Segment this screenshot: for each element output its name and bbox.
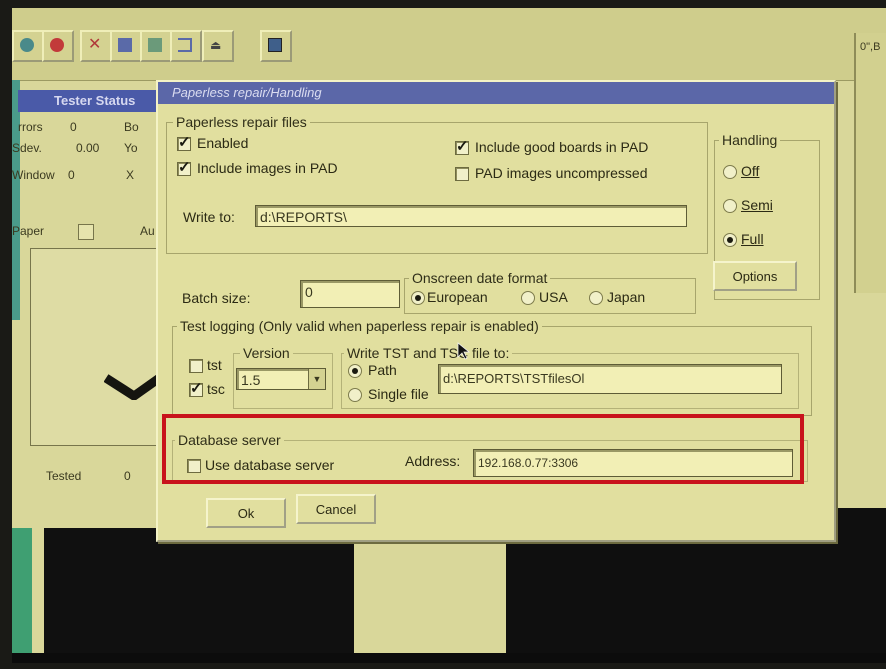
enabled-label: Enabled bbox=[197, 135, 249, 151]
include-images-checkbox[interactable] bbox=[177, 158, 191, 176]
col2-label-a: Bo bbox=[124, 120, 139, 134]
date-usa-label: USA bbox=[539, 289, 568, 305]
date-japan-label: Japan bbox=[607, 289, 646, 305]
mouse-cursor-icon bbox=[457, 342, 471, 360]
toolbar-button-3[interactable]: ✕ bbox=[80, 30, 112, 62]
write-tst-title: Write TST and TSC file to: bbox=[344, 345, 513, 361]
errors-label: rrors bbox=[18, 120, 43, 134]
window-value: 0 bbox=[68, 168, 75, 182]
ok-button[interactable]: Ok bbox=[206, 498, 286, 528]
left-edge bbox=[12, 80, 20, 320]
date-european-label: European bbox=[427, 289, 488, 305]
toolbar-button-4[interactable] bbox=[110, 30, 142, 62]
tested-label: Tested bbox=[46, 469, 82, 483]
toolbar-button-2[interactable] bbox=[42, 30, 74, 62]
window-label: Window bbox=[12, 168, 55, 182]
highlight-box bbox=[162, 414, 804, 484]
write-single-file-label: Single file bbox=[368, 386, 429, 402]
handling-semi-label: Semi bbox=[741, 197, 773, 213]
dialog-title-bar: Paperless repair/Handling bbox=[158, 82, 834, 104]
test-logging-title: Test logging (Only valid when paperless … bbox=[177, 318, 542, 334]
toolbar-button-1[interactable] bbox=[12, 30, 44, 62]
cancel-button[interactable]: Cancel bbox=[296, 494, 376, 524]
tester-status-label: Tester Status bbox=[54, 93, 136, 108]
handling-off-radio[interactable] bbox=[723, 165, 737, 179]
return-icon bbox=[178, 38, 192, 52]
write-tst-group: Write TST and TSC file to: Path Single f… bbox=[341, 345, 799, 409]
write-single-file-radio[interactable] bbox=[348, 388, 362, 402]
handling-off-label: Off bbox=[741, 163, 760, 179]
tst-checkbox[interactable] bbox=[189, 359, 203, 373]
bottom-bezel bbox=[12, 653, 886, 663]
batch-size-label: Batch size: bbox=[182, 290, 251, 306]
tsc-checkbox[interactable] bbox=[189, 379, 203, 397]
tst-path-input[interactable]: d:\REPORTS\TSTfilesOl bbox=[438, 364, 782, 394]
pad-uncompressed-checkbox[interactable] bbox=[455, 167, 469, 181]
tst-label: tst bbox=[207, 357, 222, 373]
dropdown-arrow-icon[interactable]: ▼ bbox=[308, 369, 325, 389]
sdev-label: Sdev. bbox=[12, 141, 42, 155]
date-format-group: Onscreen date format European USA Japan bbox=[404, 270, 696, 314]
write-to-label: Write to: bbox=[183, 209, 235, 225]
green-panel bbox=[12, 528, 32, 663]
enabled-checkbox[interactable] bbox=[177, 133, 191, 151]
toolbar-button-8[interactable] bbox=[260, 30, 292, 62]
version-value: 1.5 bbox=[241, 372, 261, 388]
batch-size-input[interactable]: 0 bbox=[300, 280, 400, 308]
right-panel: 0",B bbox=[854, 33, 886, 293]
tester-status-title: Tester Status bbox=[18, 90, 178, 112]
write-path-label: Path bbox=[368, 362, 397, 378]
pad-uncompressed-label: PAD images uncompressed bbox=[475, 165, 648, 181]
write-to-input[interactable]: d:\REPORTS\ bbox=[255, 205, 687, 227]
date-japan-radio[interactable] bbox=[589, 291, 603, 305]
repair-files-title: Paperless repair files bbox=[173, 114, 310, 130]
handling-group: Handling Off Semi Full Options bbox=[713, 132, 820, 300]
stop-icon bbox=[50, 38, 64, 52]
paper-label: Paper bbox=[12, 224, 45, 238]
grid-icon bbox=[118, 38, 132, 52]
board-view-left bbox=[42, 526, 356, 663]
dialog-title: Paperless repair/Handling bbox=[172, 85, 322, 100]
version-group: Version 1.5 ▼ bbox=[233, 345, 333, 409]
chart-icon bbox=[148, 38, 162, 52]
write-path-radio[interactable] bbox=[348, 364, 362, 378]
toolbar-button-6[interactable] bbox=[170, 30, 202, 62]
paper-checkbox[interactable] bbox=[78, 224, 94, 240]
toolbar-button-5[interactable] bbox=[140, 30, 172, 62]
handling-full-radio[interactable] bbox=[723, 233, 737, 247]
right-panel-text: 0",B bbox=[860, 41, 881, 53]
monitor-icon bbox=[268, 38, 282, 52]
col2-label-b: Yo bbox=[124, 141, 138, 155]
toolbar: ✕ ⏏ bbox=[12, 8, 886, 81]
handling-full-label: Full bbox=[741, 231, 764, 247]
circle-icon bbox=[20, 38, 34, 52]
errors-value: 0 bbox=[70, 120, 77, 134]
handling-title: Handling bbox=[719, 132, 781, 148]
options-button[interactable]: Options bbox=[713, 261, 797, 291]
version-title: Version bbox=[240, 345, 293, 361]
date-european-radio[interactable] bbox=[411, 291, 425, 305]
col2-label-d: Au bbox=[140, 224, 155, 238]
tsc-label: tsc bbox=[207, 381, 225, 397]
cut-icon: ✕ bbox=[88, 36, 102, 53]
handling-semi-radio[interactable] bbox=[723, 199, 737, 213]
include-good-boards-label: Include good boards in PAD bbox=[475, 139, 649, 155]
toolbar-button-7[interactable]: ⏏ bbox=[202, 30, 234, 62]
include-images-label: Include images in PAD bbox=[197, 160, 338, 176]
version-select[interactable]: 1.5 ▼ bbox=[236, 368, 326, 390]
tested-value: 0 bbox=[124, 469, 131, 483]
date-format-title: Onscreen date format bbox=[409, 270, 551, 286]
repair-files-group: Paperless repair files Enabled Include i… bbox=[166, 114, 708, 254]
sdev-value: 0.00 bbox=[76, 141, 100, 155]
col2-label-c: X bbox=[126, 168, 135, 182]
test-logging-group: Test logging (Only valid when paperless … bbox=[172, 318, 812, 416]
result-panel bbox=[30, 248, 170, 446]
date-usa-radio[interactable] bbox=[521, 291, 535, 305]
eject-icon: ⏏ bbox=[210, 38, 222, 52]
include-good-boards-checkbox[interactable] bbox=[455, 137, 469, 155]
